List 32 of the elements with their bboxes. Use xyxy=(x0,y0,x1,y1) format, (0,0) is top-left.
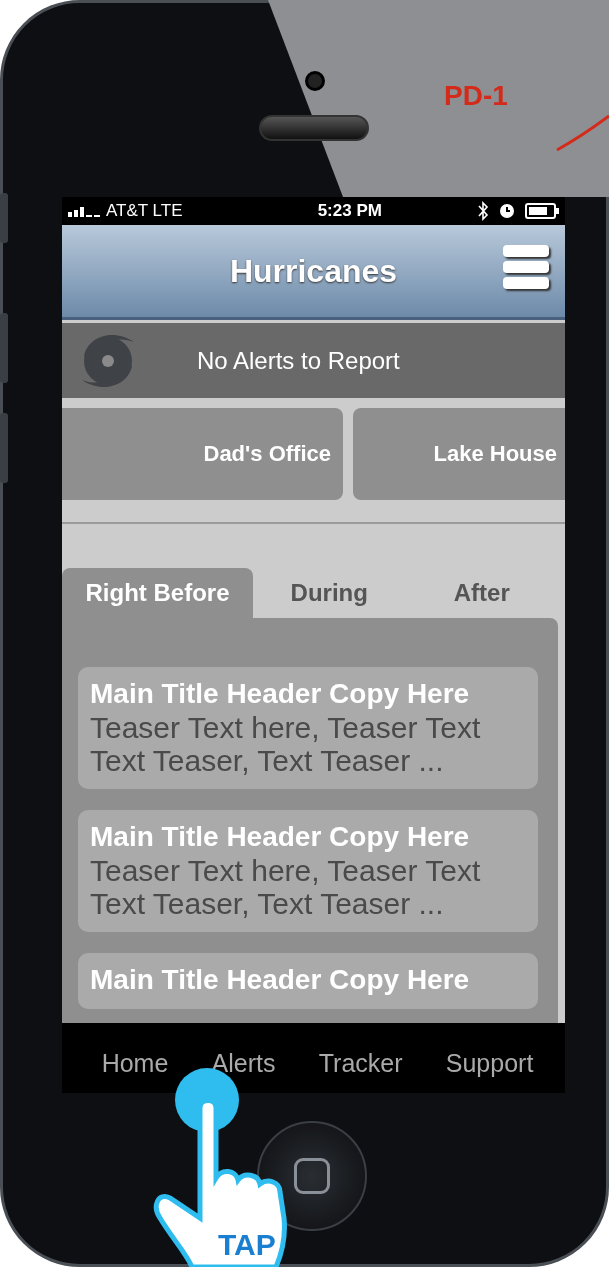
nav-item[interactable]: Alerts xyxy=(211,1048,276,1078)
article-teaser: Teaser Text here, Teaser Text Text Teaser, Text Teaser ... xyxy=(90,854,482,920)
side-button[interactable] xyxy=(0,313,8,383)
location-card[interactable]: Dad's Office xyxy=(62,408,343,500)
alert-message: No Alerts to Report xyxy=(197,346,400,375)
battery-icon xyxy=(525,203,559,219)
side-button[interactable] xyxy=(0,413,8,483)
tap-label: TAP xyxy=(218,1228,276,1262)
menu-button[interactable] xyxy=(503,245,549,289)
nav-item[interactable]: Tracker xyxy=(318,1048,403,1078)
article-title: Main Title Header Copy Here xyxy=(90,963,471,997)
clock-icon xyxy=(499,203,515,219)
nav-item[interactable]: Support xyxy=(445,1048,534,1078)
annotation-label: PD-1 xyxy=(444,80,508,112)
bluetooth-icon xyxy=(477,201,489,221)
nav-item[interactable]: Home xyxy=(101,1048,169,1078)
article-card[interactable]: Main Title Header Copy Here Teaser Text here, Teaser Text Text Teaser, Text Teaser ... xyxy=(78,810,538,932)
article-teaser: Teaser Text here, Teaser Text Text Teaser, Text Teaser ... xyxy=(90,711,482,777)
article-title: Main Title Header Copy Here xyxy=(90,677,471,711)
tab[interactable]: Right Before xyxy=(62,568,253,618)
clock-time: 5:23 PM xyxy=(316,201,382,221)
square-icon xyxy=(294,1158,330,1194)
carrier-label: AT&T LTE xyxy=(106,201,183,221)
article-card[interactable]: Main Title Header Copy Here Teaser Text here, Teaser Text Text Teaser, Text Teaser ... xyxy=(78,667,538,789)
app-title: Hurricanes xyxy=(229,252,398,290)
side-button[interactable] xyxy=(0,193,8,243)
annotation-line xyxy=(555,112,609,152)
tab[interactable]: After xyxy=(405,568,558,618)
article-title: Main Title Header Copy Here xyxy=(90,820,471,854)
location-card[interactable]: Lake House xyxy=(353,408,565,500)
signal-icon xyxy=(68,205,102,217)
tab[interactable]: During xyxy=(253,568,406,618)
